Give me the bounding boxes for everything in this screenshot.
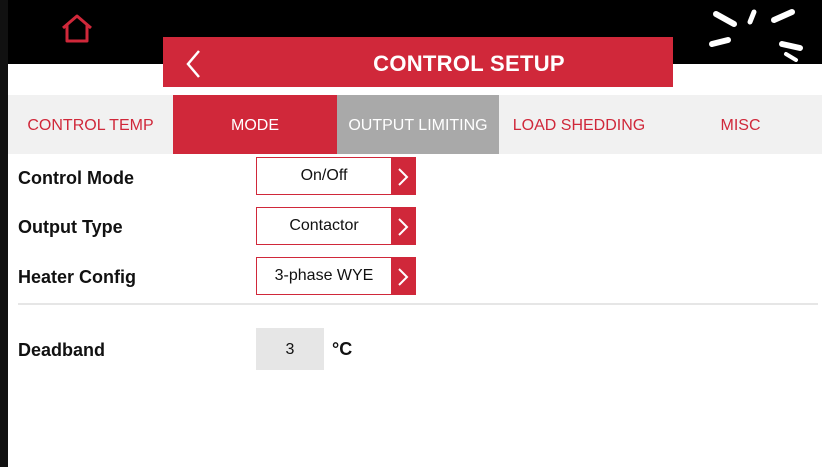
control-mode-select[interactable]: On/Off: [256, 157, 416, 195]
heater-config-select[interactable]: 3-phase WYE: [256, 257, 416, 295]
deadband-unit: °C: [332, 339, 353, 359]
chevron-right-icon[interactable]: [391, 258, 415, 294]
chevron-right-icon[interactable]: [391, 158, 415, 194]
tab-bar: CONTROL TEMP MODE OUTPUT LIMITING LOAD S…: [8, 95, 822, 154]
section-divider: [18, 303, 818, 305]
control-mode-label: Control Mode: [18, 168, 134, 188]
home-icon[interactable]: [60, 12, 94, 46]
tab-load-shedding[interactable]: LOAD SHEDDING: [499, 95, 659, 154]
tab-output-limiting[interactable]: OUTPUT LIMITING: [337, 95, 499, 154]
tab-mode[interactable]: MODE: [173, 95, 337, 154]
output-type-value: Contactor: [289, 217, 359, 234]
output-type-select[interactable]: Contactor: [256, 207, 416, 245]
tab-misc[interactable]: MISC: [659, 95, 822, 154]
page-title: CONTROL SETUP: [373, 51, 565, 76]
heater-config-label: Heater Config: [18, 267, 137, 287]
window-frame: [0, 0, 8, 467]
heater-config-value: 3-phase WYE: [274, 267, 374, 284]
output-type-label: Output Type: [18, 217, 123, 237]
control-mode-value: On/Off: [300, 167, 348, 184]
deadband-input[interactable]: 3: [256, 328, 324, 370]
chevron-right-icon[interactable]: [391, 208, 415, 244]
deadband-label: Deadband: [18, 340, 106, 360]
tab-control-temp[interactable]: CONTROL TEMP: [8, 95, 173, 154]
